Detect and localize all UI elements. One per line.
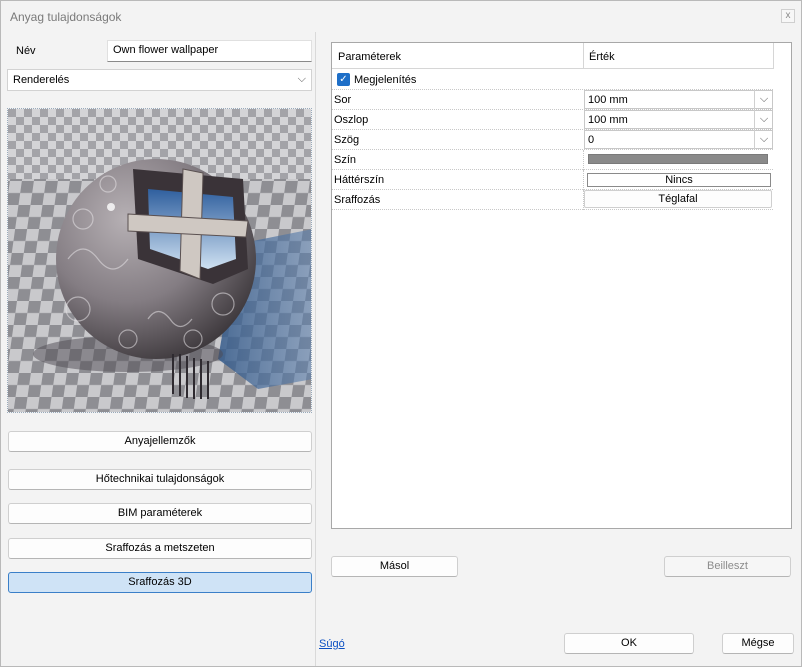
- property-row-angle[interactable]: Szög 0 ⌵: [332, 130, 773, 150]
- property-row-hatch[interactable]: Sraffozás Téglafal: [332, 190, 773, 210]
- hatch-section-button[interactable]: Sraffozás a metszeten: [8, 538, 312, 559]
- chevron-down-icon: ⌵: [297, 73, 306, 85]
- help-link[interactable]: Súgó: [319, 638, 345, 650]
- left-panel: Név Own flower wallpaper Renderelés ⌵ An…: [1, 32, 316, 666]
- close-button[interactable]: x: [781, 9, 795, 23]
- property-row-column-spacing[interactable]: Oszlop 100 mm ⌵: [332, 110, 773, 130]
- property-label: Háttérszín: [334, 174, 385, 186]
- material-preview-render: [8, 109, 311, 412]
- column-divider: [773, 43, 774, 69]
- material-properties-button[interactable]: Anyajellemzők: [8, 431, 312, 452]
- title-bar: Anyag tulajdonságok x: [1, 1, 801, 32]
- chevron-down-icon[interactable]: ⌵: [754, 90, 773, 109]
- property-row-color[interactable]: Szín: [332, 150, 773, 170]
- group-display[interactable]: ✓ Megjelenítés: [332, 70, 773, 90]
- grid-header: Paraméterek Érték: [332, 43, 774, 69]
- copy-button[interactable]: Másol: [331, 556, 458, 577]
- color-swatch[interactable]: [588, 154, 768, 164]
- column-header-value: Érték: [589, 51, 615, 63]
- name-label: Név: [16, 45, 36, 57]
- column-divider: [583, 43, 584, 69]
- property-row-row-spacing[interactable]: Sor 100 mm ⌵: [332, 90, 773, 110]
- window-title: Anyag tulajdonságok: [10, 10, 122, 24]
- material-preview: [7, 108, 312, 413]
- property-label: Oszlop: [334, 114, 369, 126]
- bim-parameters-button[interactable]: BIM paraméterek: [8, 503, 312, 524]
- cancel-button[interactable]: Mégse: [722, 633, 794, 654]
- hatch-3d-button[interactable]: Sraffozás 3D: [8, 572, 312, 593]
- right-panel: Paraméterek Érték ✓ Megjelenítés Sor 100…: [317, 32, 801, 666]
- property-label: Sraffozás: [334, 194, 381, 206]
- mode-select[interactable]: Renderelés ⌵: [7, 69, 312, 91]
- column-divider: [583, 170, 584, 190]
- property-label: Sor: [334, 94, 352, 106]
- material-properties-dialog: Anyag tulajdonságok x Név Own flower wal…: [0, 0, 802, 667]
- column-header-parameters: Paraméterek: [338, 51, 401, 63]
- paste-button[interactable]: Beilleszt: [664, 556, 791, 577]
- chevron-down-icon[interactable]: ⌵: [754, 110, 773, 129]
- value-box: [584, 130, 773, 149]
- chevron-down-icon[interactable]: ⌵: [754, 130, 773, 149]
- row-spacing-value[interactable]: 100 mm: [588, 94, 628, 106]
- thermal-properties-button[interactable]: Hőtechnikai tulajdonságok: [8, 469, 312, 490]
- background-color-value[interactable]: Nincs: [587, 173, 771, 187]
- column-divider: [583, 150, 584, 170]
- group-label: Megjelenítés: [354, 74, 417, 86]
- property-label: Szín: [334, 154, 357, 166]
- mode-select-value: Renderelés: [13, 74, 70, 86]
- hatch-pattern-button[interactable]: Téglafal: [584, 190, 772, 208]
- property-row-background-color[interactable]: Háttérszín Nincs: [332, 170, 773, 190]
- ok-button[interactable]: OK: [564, 633, 694, 654]
- property-grid: Paraméterek Érték ✓ Megjelenítés Sor 100…: [331, 42, 792, 529]
- property-label: Szög: [334, 134, 360, 146]
- column-spacing-value[interactable]: 100 mm: [588, 114, 628, 126]
- checkmark-icon[interactable]: ✓: [337, 73, 350, 86]
- angle-value[interactable]: 0: [588, 134, 594, 146]
- name-field[interactable]: Own flower wallpaper: [107, 40, 312, 62]
